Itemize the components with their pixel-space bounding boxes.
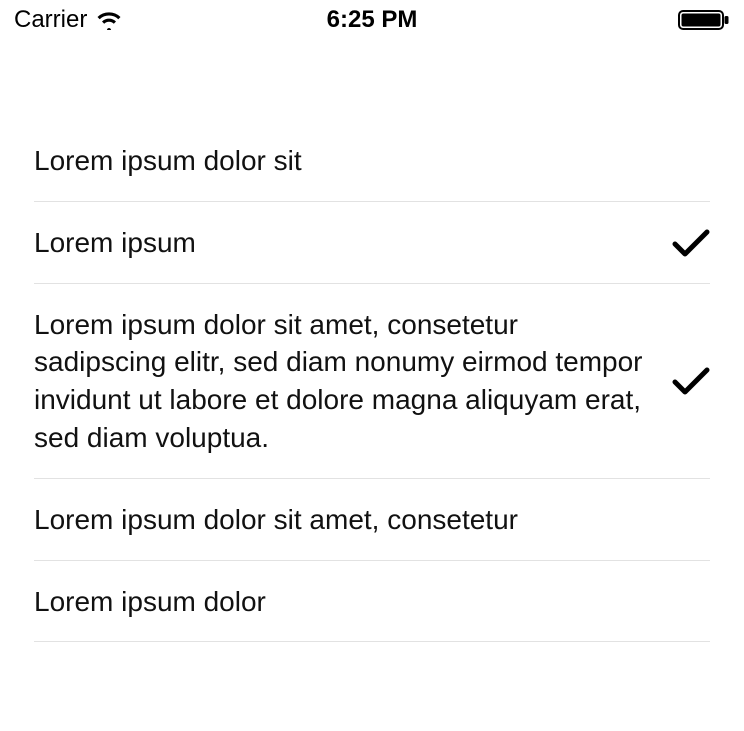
list-item[interactable]: Lorem ipsum dolor sit amet, consetetur s… <box>0 284 744 479</box>
selectable-list: Lorem ipsum dolor sit Lorem ipsum Lorem … <box>0 120 744 642</box>
checkmark-icon <box>664 228 710 258</box>
battery-icon <box>678 9 730 31</box>
list-item-label: Lorem ipsum dolor sit amet, consetetur <box>34 501 664 539</box>
list-item[interactable]: Lorem ipsum dolor <box>0 561 744 643</box>
status-right <box>678 9 730 31</box>
list-item[interactable]: Lorem ipsum <box>0 202 744 284</box>
list-item[interactable]: Lorem ipsum dolor sit <box>0 120 744 202</box>
status-bar: Carrier 6:25 PM <box>0 0 744 40</box>
wifi-icon <box>95 10 123 30</box>
status-left: Carrier <box>14 6 123 34</box>
checkmark-icon <box>664 366 710 396</box>
list-item-label: Lorem ipsum dolor sit <box>34 142 664 180</box>
carrier-label: Carrier <box>14 6 87 34</box>
list-item[interactable]: Lorem ipsum dolor sit amet, consetetur <box>0 479 744 561</box>
list-item-label: Lorem ipsum dolor sit amet, consetetur s… <box>34 306 664 457</box>
list-item-label: Lorem ipsum dolor <box>34 583 664 621</box>
list-item-label: Lorem ipsum <box>34 224 664 262</box>
